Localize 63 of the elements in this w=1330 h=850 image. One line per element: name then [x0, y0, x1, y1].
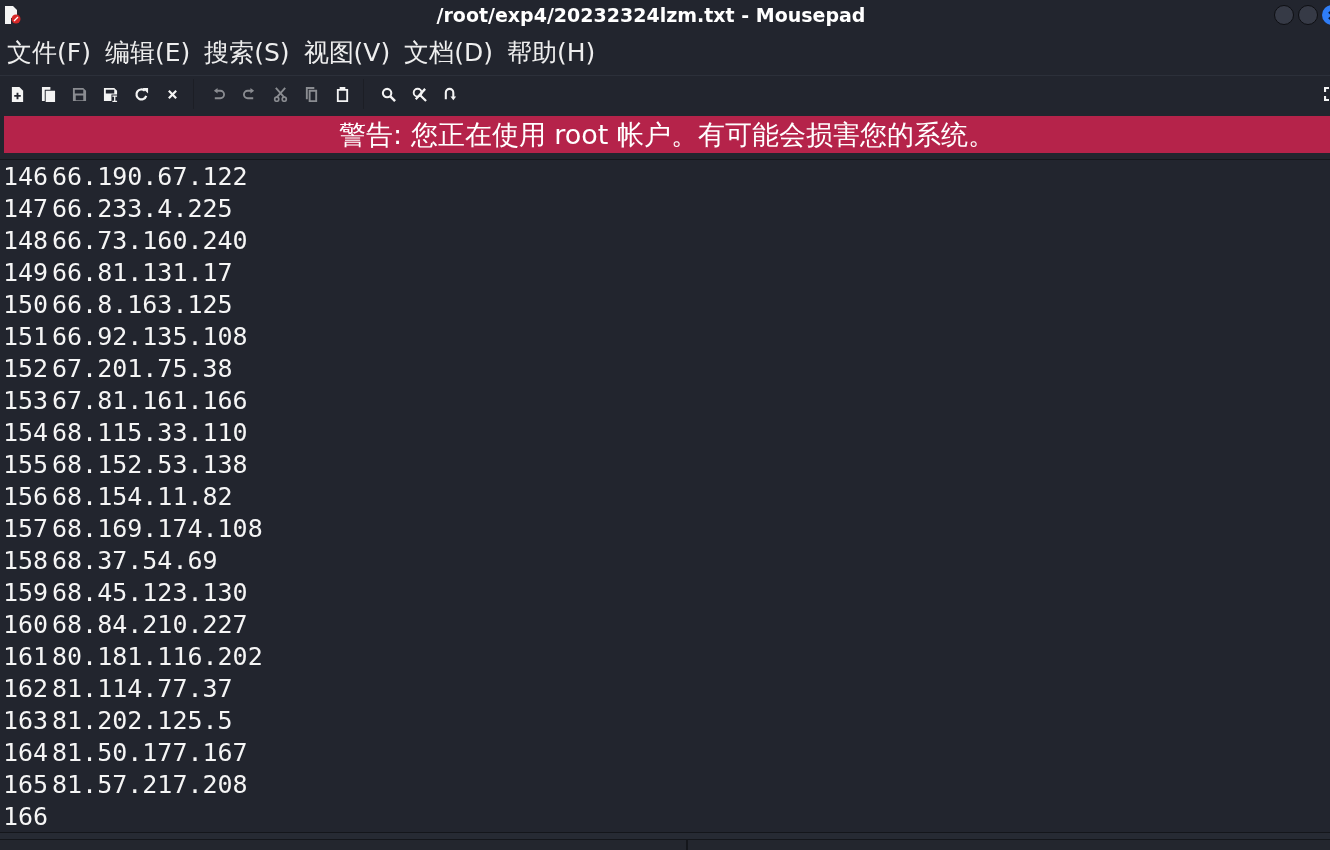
line-number: 165 — [2, 769, 49, 799]
line-number: 152 — [2, 353, 49, 383]
clipboard-icon — [335, 86, 350, 102]
close-icon — [167, 88, 178, 100]
document-badge-icon — [5, 6, 21, 24]
floppy-disk-cursor-icon — [103, 86, 118, 102]
text-line: 66.190.67.122 — [51, 161, 248, 191]
menu-item[interactable]: 编辑(E) — [102, 36, 193, 69]
menu-item[interactable]: 文档(D) — [402, 36, 495, 69]
text-line: 68.37.54.69 — [51, 545, 218, 575]
line-number: 156 — [2, 481, 49, 511]
undo-icon — [212, 87, 225, 101]
search-pencil-icon — [412, 86, 427, 102]
line-number: 160 — [2, 609, 49, 639]
text-line: 67.201.75.38 — [51, 353, 233, 383]
line-number: 154 — [2, 417, 49, 447]
text-line: 81.57.217.208 — [51, 769, 248, 799]
line-number: 166 — [2, 801, 49, 831]
text-line: 66.92.135.108 — [51, 321, 248, 351]
line-number: 163 — [2, 705, 49, 735]
line-number: 159 — [2, 577, 49, 607]
line-number: 148 — [2, 225, 49, 255]
text-line: 68.154.11.82 — [51, 481, 233, 511]
text-line: 68.152.53.138 — [51, 449, 248, 479]
text-line: 68.115.33.110 — [51, 417, 248, 447]
text-line: 67.81.161.166 — [51, 385, 248, 415]
line-number: 149 — [2, 257, 49, 287]
search-icon — [381, 86, 396, 102]
curved-arrow-icon — [443, 86, 458, 102]
redo-icon — [243, 87, 256, 101]
text-line: 68.169.174.108 — [51, 513, 263, 543]
window-title: /root/exp4/20232324lzm.txt - Mousepad — [436, 4, 866, 26]
line-number: 151 — [2, 321, 49, 351]
menu-item[interactable]: 文件(F) — [5, 36, 93, 69]
line-number: 153 — [2, 385, 49, 415]
line-number: 155 — [2, 449, 49, 479]
refresh-icon — [134, 86, 149, 102]
line-number: 164 — [2, 737, 49, 767]
text-line: 80.181.116.202 — [51, 641, 263, 671]
line-number: 162 — [2, 673, 49, 703]
copy-icon — [304, 86, 319, 102]
text-line: 68.84.210.227 — [51, 609, 248, 639]
text-line: 66.73.160.240 — [51, 225, 248, 255]
text-line: 66.233.4.225 — [51, 193, 233, 223]
stacked-pages-icon — [41, 86, 56, 102]
line-number: 150 — [2, 289, 49, 319]
menu-item[interactable]: 帮助(H) — [504, 36, 598, 69]
menu-item[interactable]: 视图(V) — [301, 36, 393, 69]
text-line: 81.202.125.5 — [51, 705, 233, 735]
root-warning-banner: 警告: 您正在使用 root 帐户。有可能会损害您的系统。 — [4, 116, 1330, 153]
line-number: 146 — [2, 161, 49, 191]
line-number: 157 — [2, 513, 49, 543]
text-line: 81.114.77.37 — [51, 673, 233, 703]
file-plus-icon — [10, 86, 25, 102]
menu-item[interactable]: 搜索(S) — [202, 36, 292, 69]
text-line: 81.50.177.167 — [51, 737, 248, 767]
line-number: 147 — [2, 193, 49, 223]
line-number: 161 — [2, 641, 49, 671]
text-line: 68.45.123.130 — [51, 577, 248, 607]
text-line: 66.81.131.17 — [51, 257, 233, 287]
scissors-icon — [273, 86, 288, 102]
line-number: 158 — [2, 545, 49, 575]
text-line: 66.8.163.125 — [51, 289, 233, 319]
